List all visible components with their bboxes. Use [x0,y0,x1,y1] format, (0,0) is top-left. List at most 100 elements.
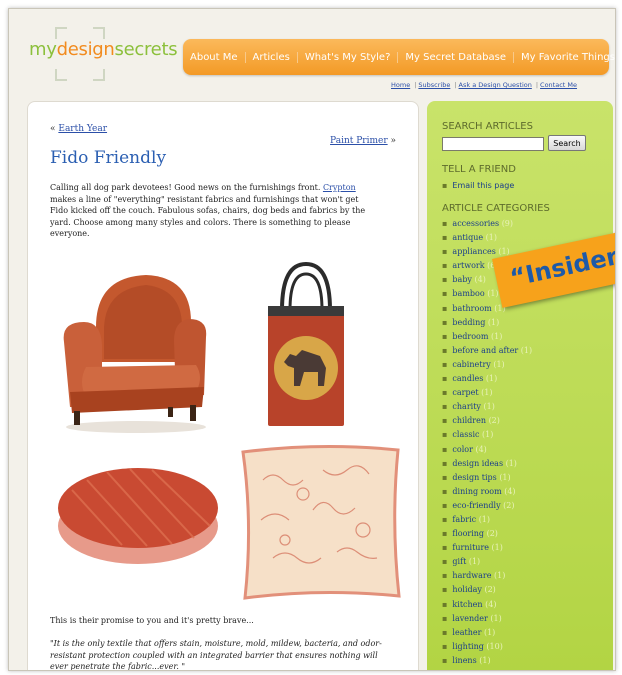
category-count: (10) [486,641,503,651]
nav-about-me[interactable]: About Me [183,51,246,63]
bullet-icon: ▪ [442,627,448,637]
category-label: living room [452,670,498,671]
link-subscribe[interactable]: Subscribe [418,81,450,89]
site-logo[interactable]: mydesignsecrets [29,39,178,60]
category-item[interactable]: ▪ lighting (10) [442,640,532,654]
pillow-image [241,444,401,600]
logo-text-secrets: secrets [114,39,178,60]
bullet-icon: ▪ [442,514,448,524]
bullet-icon: ▪ [442,641,448,651]
utility-links: Home | Subscribe | Ask a Design Question | Con… [391,81,579,89]
nav-secret-database[interactable]: My Secret Database [398,51,514,63]
bullet-icon: ▪ [442,571,448,581]
search-input[interactable] [442,137,544,151]
category-item[interactable]: ▪ bedding (1) [442,316,532,330]
nav-articles[interactable]: Articles [246,51,298,63]
intro-text-end: makes a line of "everything" resistant f… [50,194,366,239]
category-count: (2) [486,529,498,539]
category-count: (1) [483,627,496,637]
category-item[interactable]: ▪ before and after (1) [442,344,532,358]
category-item[interactable]: ▪ dining room (4) [442,485,532,499]
category-count: (1) [491,543,503,553]
bullet-icon: ▪ [442,500,448,510]
category-count: (1) [487,289,499,299]
category-item[interactable]: ▪ bedroom (1) [442,330,532,344]
category-item[interactable]: ▪ leather (1) [442,626,532,640]
email-page-link[interactable]: ▪ Email this page [442,181,514,190]
bullet-icon: ▪ [442,303,448,313]
logo-corner-bottom-left [55,69,67,81]
logo-text-my: my [29,39,57,60]
nav-whats-my-style[interactable]: What's My Style? [298,51,399,63]
category-label: classic [452,430,480,440]
bullet-icon: ▪ [442,345,448,355]
category-item[interactable]: ▪ gift (1) [442,555,532,569]
link-home[interactable]: Home [391,81,410,89]
next-arrow: » [387,136,396,146]
search-button[interactable]: Search [548,135,586,151]
category-item[interactable]: ▪ antique (1) [442,231,532,245]
crypton-link[interactable]: Crypton [323,183,356,192]
category-item[interactable]: ▪ color (4) [442,443,532,457]
category-item[interactable]: ▪ children (2) [442,414,532,428]
category-count: (1) [468,557,481,567]
bullet-icon: ▪ [442,543,448,553]
separator: | [454,81,457,89]
category-item[interactable]: ▪ eco-friendly (2) [442,499,532,513]
category-count: (1) [487,317,500,327]
category-count: (2) [488,416,500,426]
category-item[interactable]: ▪ classic (1) [442,428,532,442]
category-count: (1) [478,514,491,524]
category-count: (1) [491,331,503,341]
category-label: before and after [452,345,519,355]
category-label: bamboo [452,289,485,299]
bullet-icon: ▪ [442,359,448,369]
dog-bed-image [58,468,218,564]
category-item[interactable]: ▪ lavender (1) [442,612,532,626]
category-label: charity [452,402,481,412]
nav-favorite-things[interactable]: My Favorite Things [514,52,615,63]
category-count: (1) [479,655,491,665]
category-item[interactable]: ▪ hardware (1) [442,569,532,583]
category-item[interactable]: ▪ kitchen (4) [442,598,532,612]
bullet-icon: ▪ [442,261,448,271]
category-item[interactable]: ▪ accessories (9) [442,217,532,231]
categories-heading: ARTICLE CATEGORIES [442,203,550,214]
category-label: fabric [452,514,477,524]
link-ask-question[interactable]: Ask a Design Question [459,81,532,89]
category-item[interactable]: ▪ furniture (1) [442,541,532,555]
category-item[interactable]: ▪ linens (1) [442,654,532,668]
category-item[interactable]: ▪ design tips (1) [442,471,532,485]
main-nav: About Me Articles What's My Style? My Se… [183,39,615,75]
next-post: Paint Primer » [330,136,396,146]
bullet-icon: ▪ [442,275,448,285]
category-label: children [452,416,487,426]
post-title: Fido Friendly [50,148,167,168]
category-label: holiday [452,585,482,595]
category-item[interactable]: ▪ candles (1) [442,372,532,386]
next-post-link[interactable]: Paint Primer [330,136,388,146]
category-item[interactable]: ▪ design ideas (1) [442,457,532,471]
category-item[interactable]: ▪ living room (3) [442,668,532,671]
category-count: (1) [485,374,498,384]
logo-corner-top-right [93,27,105,39]
link-contact[interactable]: Contact Me [540,81,577,89]
bullet-icon: ▪ [442,486,448,496]
bullet-icon: ▪ [442,416,448,426]
category-item[interactable]: ▪ charity (1) [442,400,532,414]
category-item[interactable]: ▪ cabinetry (1) [442,358,532,372]
prev-post-link[interactable]: Earth Year [58,124,107,134]
category-item[interactable]: ▪ holiday (2) [442,583,532,597]
category-count: (1) [520,345,533,355]
logo-corner-bottom-right [93,69,105,81]
bullet-icon: ▪ [442,655,448,665]
separator: | [414,81,417,89]
category-label: bedroom [452,331,489,341]
category-label: leather [452,627,482,637]
logo-corner-top-left [55,27,67,39]
category-item[interactable]: ▪ carpet (1) [442,386,532,400]
category-item[interactable]: ▪ fabric (1) [442,513,532,527]
category-label: color [452,444,473,454]
category-count: (4) [485,599,497,609]
category-item[interactable]: ▪ flooring (2) [442,527,532,541]
